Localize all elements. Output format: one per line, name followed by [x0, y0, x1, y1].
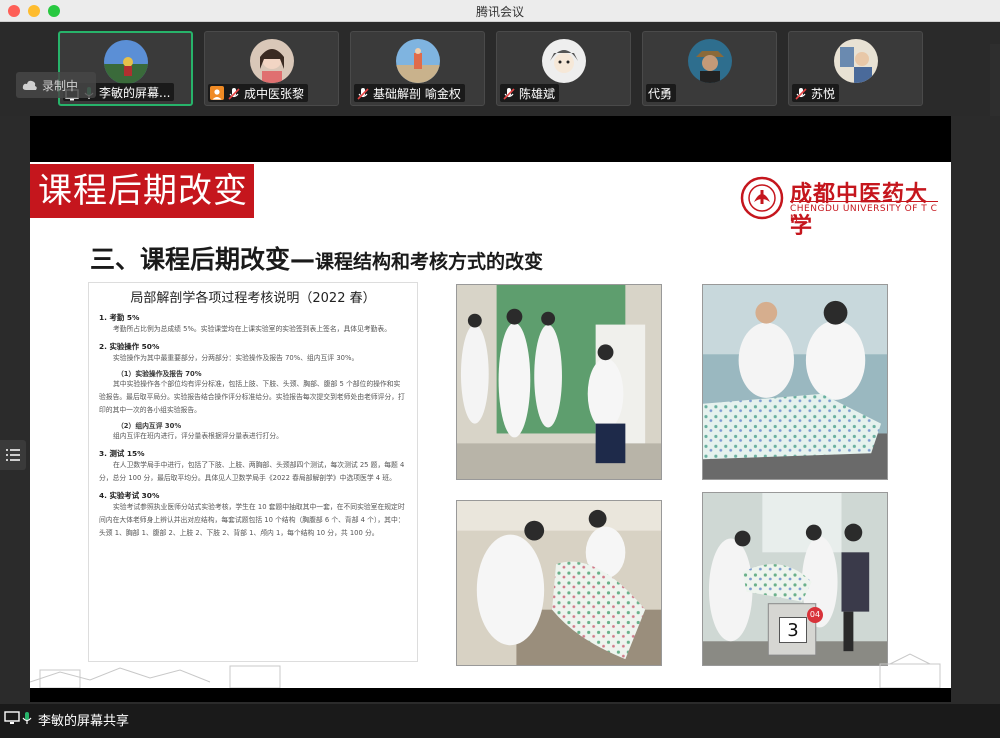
participant-name-bar: 成中医张黎 [208, 84, 309, 102]
document-subsection: （2）组内互评 30% [117, 422, 182, 430]
slide-headline: 三、课程后期改变—课程结构和考核方式的改变 [90, 240, 543, 276]
avatar [249, 39, 294, 83]
document-section: 1. 考勤 5% [99, 313, 140, 322]
screen-share-icon [4, 710, 20, 729]
participant-strip: 李敏的屏幕... 成中医张黎 基础解剖 喻金权 陈雄斌 代勇 苏悦 [0, 22, 1000, 138]
building-sketch-decoration [30, 653, 941, 688]
photo-students-lab [456, 284, 662, 480]
title-bar: 腾讯会议 [0, 0, 1000, 22]
document-subsection: （1）实验操作及报告 70% [117, 370, 202, 378]
participant-tile[interactable]: 苏悦 [788, 31, 923, 106]
mic-on-icon [20, 710, 34, 729]
photo-teachers-cadaver [702, 284, 888, 480]
participant-tile[interactable]: 基础解剖 喻金权 [350, 31, 485, 106]
station-number-sign: 3 [779, 617, 807, 643]
document-paragraph: 组内互评在班内进行，评分量表根据评分量表进行打分。 [113, 432, 283, 440]
list-icon [6, 449, 20, 461]
participant-name: 苏悦 [811, 86, 836, 101]
screen-share-label: 李敏的屏幕共享 [38, 714, 130, 729]
assessment-document: 局部解剖学各项过程考核说明（2022 春） 1. 考勤 5% 考勤所占比例为总成… [88, 282, 418, 662]
avatar [541, 39, 586, 83]
participant-tile[interactable]: 陈雄斌 [496, 31, 631, 106]
participant-name: 代勇 [648, 86, 673, 101]
screen-share-indicator[interactable]: 李敏的屏幕共享 [4, 710, 129, 729]
participant-name-bar: 陈雄斌 [500, 84, 560, 102]
document-paragraph: 实验考试参照执业医师分站式实验考核，学生在 10 套题中抽取其中一套，在不同实验… [99, 503, 405, 537]
side-menu-button[interactable] [0, 440, 26, 470]
participant-name-bar: 代勇 [646, 84, 677, 102]
photo-students-examination [456, 500, 662, 666]
avatar [833, 39, 878, 83]
document-paragraph: 实验操作为其中最重要部分，分两部分：实验操作及报告 70%、组内互评 30%。 [113, 354, 359, 362]
slide-bottom-margin [30, 688, 951, 702]
cloud-icon [22, 76, 38, 95]
participant-name: 李敏的屏幕... [99, 85, 171, 100]
avatar [395, 39, 440, 83]
logo-divider [790, 201, 938, 202]
shared-screen-area: 课程后期改变 成都中医药大学 CHENGDU UNIVERSITY OF T C… [0, 116, 1000, 704]
participant-name-bar: 苏悦 [792, 84, 840, 102]
mic-muted-icon [794, 86, 808, 100]
participant-tile[interactable]: 成中医张黎 [204, 31, 339, 106]
document-section: 3. 测试 15% [99, 449, 145, 458]
headline-sub: 课程结构和考核方式的改变 [315, 251, 544, 273]
mic-muted-icon [502, 86, 516, 100]
participant-tile[interactable]: 代勇 [642, 31, 777, 106]
university-logo: 成都中医药大学 CHENGDU UNIVERSITY OF T C M [740, 176, 940, 239]
avatar [687, 39, 732, 83]
university-seal-icon [740, 176, 784, 220]
logo-english-name: CHENGDU UNIVERSITY OF T C M [790, 204, 938, 224]
document-section: 2. 实验操作 50% [99, 342, 160, 351]
participant-name: 陈雄斌 [519, 86, 556, 101]
slide-banner: 课程后期改变 [30, 164, 254, 218]
bottom-bar: 李敏的屏幕共享 [0, 704, 1000, 738]
photo-exam-station: 3 04 [702, 492, 888, 666]
avatar [103, 40, 148, 84]
document-title: 局部解剖学各项过程考核说明（2022 春） [130, 291, 376, 306]
document-paragraph: 在人卫数学局手中进行，包括了下肢、上肢、两胸部、头颈部四个测试，每次测试 25 … [99, 461, 405, 482]
participant-name-bar: 基础解剖 喻金权 [354, 84, 465, 102]
window-title: 腾讯会议 [475, 5, 524, 19]
recording-label: 录制中 [42, 78, 79, 93]
mic-muted-icon [356, 86, 370, 100]
slide: 课程后期改变 成都中医药大学 CHENGDU UNIVERSITY OF T C… [30, 162, 951, 688]
slide-top-margin [30, 116, 951, 162]
document-paragraph: 考勤所占比例为总成绩 5%。实验课堂均在上课实验室的实验签到表上签名，具体见考勤… [113, 325, 392, 333]
headline-main: 三、课程后期改变— [90, 245, 316, 274]
document-section: 4. 实验考试 30% [99, 491, 160, 500]
participant-name: 基础解剖 喻金权 [373, 86, 461, 101]
host-person-icon [210, 86, 224, 100]
mic-muted-icon [227, 86, 241, 100]
participant-name: 成中医张黎 [244, 86, 305, 101]
station-tag: 04 [807, 607, 823, 623]
document-paragraph: 其中实验操作各个部位均有评分标准，包括上肢、下肢、头颈、胸部、腹部 5 个部位的… [99, 380, 405, 414]
recording-indicator[interactable]: 录制中 [16, 72, 96, 98]
